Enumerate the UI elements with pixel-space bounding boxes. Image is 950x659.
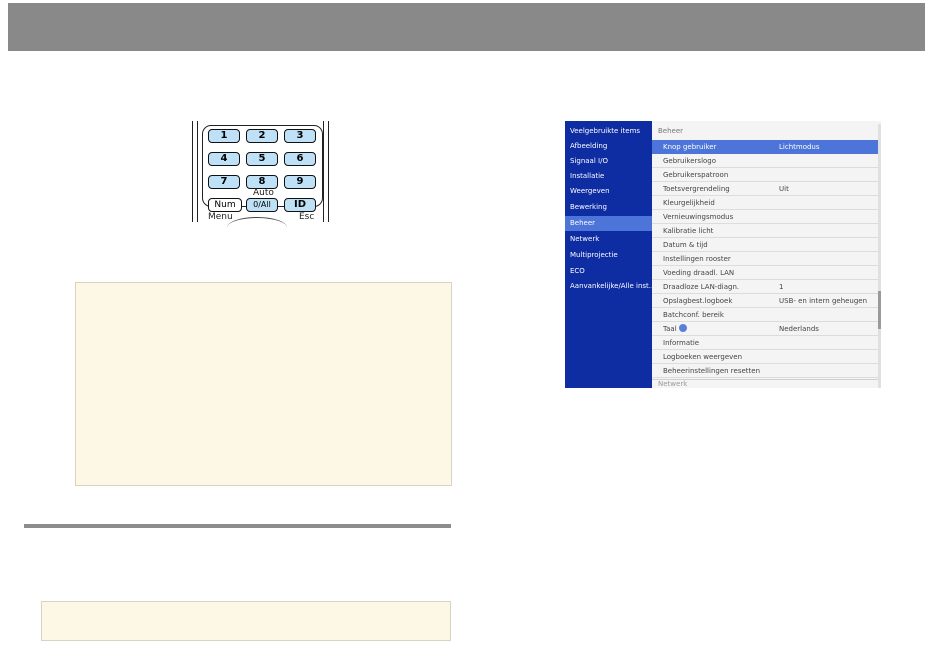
menu-row-toetsvergrendeling[interactable]: Toetsvergrendeling Uit — [652, 182, 878, 196]
menu-row-beheerinstellingen-resetten[interactable]: Beheerinstellingen resetten — [652, 364, 878, 378]
menu-content: Beheer Knop gebruiker Lichtmodus Gebruik… — [652, 121, 881, 388]
key-7[interactable]: 7 — [208, 175, 240, 189]
menu-row-kalibratie-licht[interactable]: Kalibratie licht — [652, 224, 878, 238]
sidebar-item-multiprojectie[interactable]: Multiprojectie — [565, 248, 652, 263]
note-box-small — [41, 601, 451, 641]
key-4[interactable]: 4 — [208, 152, 240, 166]
sidebar-item-afbeelding[interactable]: Afbeelding — [565, 139, 652, 154]
sidebar-item-beheer[interactable]: Beheer — [565, 216, 652, 231]
row-label: Toetsvergrendeling — [663, 185, 730, 193]
direction-pad-arc — [227, 217, 287, 238]
menu-row-vernieuwingsmodus[interactable]: Vernieuwingsmodus — [652, 210, 878, 224]
menu-label: Menu — [208, 212, 233, 222]
row-value: Nederlands — [779, 325, 819, 333]
row-label: Batchconf. bereik — [663, 311, 724, 319]
menu-row-knop-gebruiker[interactable]: Knop gebruiker Lichtmodus — [652, 140, 878, 154]
row-label: Gebruikerslogo — [663, 157, 717, 165]
row-value: Uit — [779, 185, 789, 193]
row-label: Datum & tijd — [663, 241, 708, 249]
remote-edge-right-inner — [323, 121, 324, 222]
row-label: Knop gebruiker — [663, 143, 717, 151]
sidebar-item-weergeven[interactable]: Weergeven — [565, 184, 652, 199]
key-6[interactable]: 6 — [284, 152, 316, 166]
id-key[interactable]: ID — [284, 198, 316, 212]
row-value: 1 — [779, 283, 784, 291]
key-2[interactable]: 2 — [246, 129, 278, 143]
key-3[interactable]: 3 — [284, 129, 316, 143]
row-label: Logboeken weergeven — [663, 353, 743, 361]
sidebar-item-installatie[interactable]: Installatie — [565, 169, 652, 184]
row-label: Informatie — [663, 339, 700, 347]
menu-scrollbar-track[interactable] — [878, 124, 881, 388]
remote-edge-left — [192, 121, 193, 222]
key-5[interactable]: 5 — [246, 152, 278, 166]
menu-row-batchconf-bereik[interactable]: Batchconf. bereik — [652, 308, 878, 322]
next-section-header: Netwerk — [652, 379, 878, 388]
key-9[interactable]: 9 — [284, 175, 316, 189]
sidebar-item-aanvankelijke[interactable]: Aanvankelijke/Alle inst... — [565, 279, 652, 294]
section-divider — [24, 524, 451, 528]
sidebar-item-bewerking[interactable]: Bewerking — [565, 200, 652, 215]
menu-row-gebruikerslogo[interactable]: Gebruikerslogo — [652, 154, 878, 168]
remote-edge-right — [328, 121, 329, 222]
menu-row-voeding-draadl-lan[interactable]: Voeding draadl. LAN — [652, 266, 878, 280]
globe-icon — [678, 324, 687, 332]
menu-row-gebruikerspatroon[interactable]: Gebruikerspatroon — [652, 168, 878, 182]
row-label: Voeding draadl. LAN — [663, 269, 735, 277]
sidebar-item-eco[interactable]: ECO — [565, 264, 652, 279]
auto-label: Auto — [253, 188, 274, 198]
row-label: Kalibratie licht — [663, 227, 714, 235]
menu-row-datum-tijd[interactable]: Datum & tijd — [652, 238, 878, 252]
menu-row-kleurgelijkheid[interactable]: Kleurgelijkheid — [652, 196, 878, 210]
row-label: Beheerinstellingen resetten — [663, 367, 761, 375]
menu-section-header: Beheer — [658, 127, 684, 135]
sidebar-item-signaal-io[interactable]: Signaal I/O — [565, 154, 652, 169]
remote-control-illustration: 1 2 3 4 5 6 7 8 9 Auto Num 0/All ID Menu… — [187, 121, 333, 222]
key-1[interactable]: 1 — [208, 129, 240, 143]
row-label: Taal — [663, 322, 687, 336]
row-label: Opslagbest.logboek — [663, 297, 733, 305]
all-key[interactable]: 0/All — [246, 198, 278, 212]
menu-row-informatie[interactable]: Informatie — [652, 336, 878, 350]
remote-edge-left-inner — [197, 121, 198, 222]
esc-label: Esc — [299, 212, 315, 222]
menu-row-logboeken-weergeven[interactable]: Logboeken weergeven — [652, 350, 878, 364]
menu-row-taal[interactable]: Taal Nederlands — [652, 322, 878, 336]
note-box — [75, 282, 452, 486]
row-label: Draadloze LAN-diagn. — [663, 283, 740, 291]
key-8[interactable]: 8 — [246, 175, 278, 189]
menu-row-instellingen-rooster[interactable]: Instellingen rooster — [652, 252, 878, 266]
header-bar — [8, 3, 925, 51]
row-value: USB- en intern geheugen — [779, 297, 868, 305]
row-label: Instellingen rooster — [663, 255, 731, 263]
sidebar-item-netwerk[interactable]: Netwerk — [565, 232, 652, 247]
menu-row-draadloze-lan-diagn[interactable]: Draadloze LAN-diagn. 1 — [652, 280, 878, 294]
menu-row-opslagbest-logboek[interactable]: Opslagbest.logboek USB- en intern geheug… — [652, 294, 878, 308]
row-label: Gebruikerspatroon — [663, 171, 729, 179]
menu-scrollbar-thumb[interactable] — [878, 291, 881, 329]
row-label-text: Taal — [663, 325, 677, 333]
row-value: Lichtmodus — [779, 143, 820, 151]
menu-sidebar: Veelgebruikte items Afbeelding Signaal I… — [565, 121, 652, 388]
num-key[interactable]: Num — [208, 198, 242, 212]
row-label: Vernieuwingsmodus — [663, 213, 734, 221]
row-label: Kleurgelijkheid — [663, 199, 715, 207]
sidebar-item-veelgebruikte-items[interactable]: Veelgebruikte items — [565, 124, 652, 139]
projector-menu-screenshot: Veelgebruikte items Afbeelding Signaal I… — [565, 121, 881, 388]
